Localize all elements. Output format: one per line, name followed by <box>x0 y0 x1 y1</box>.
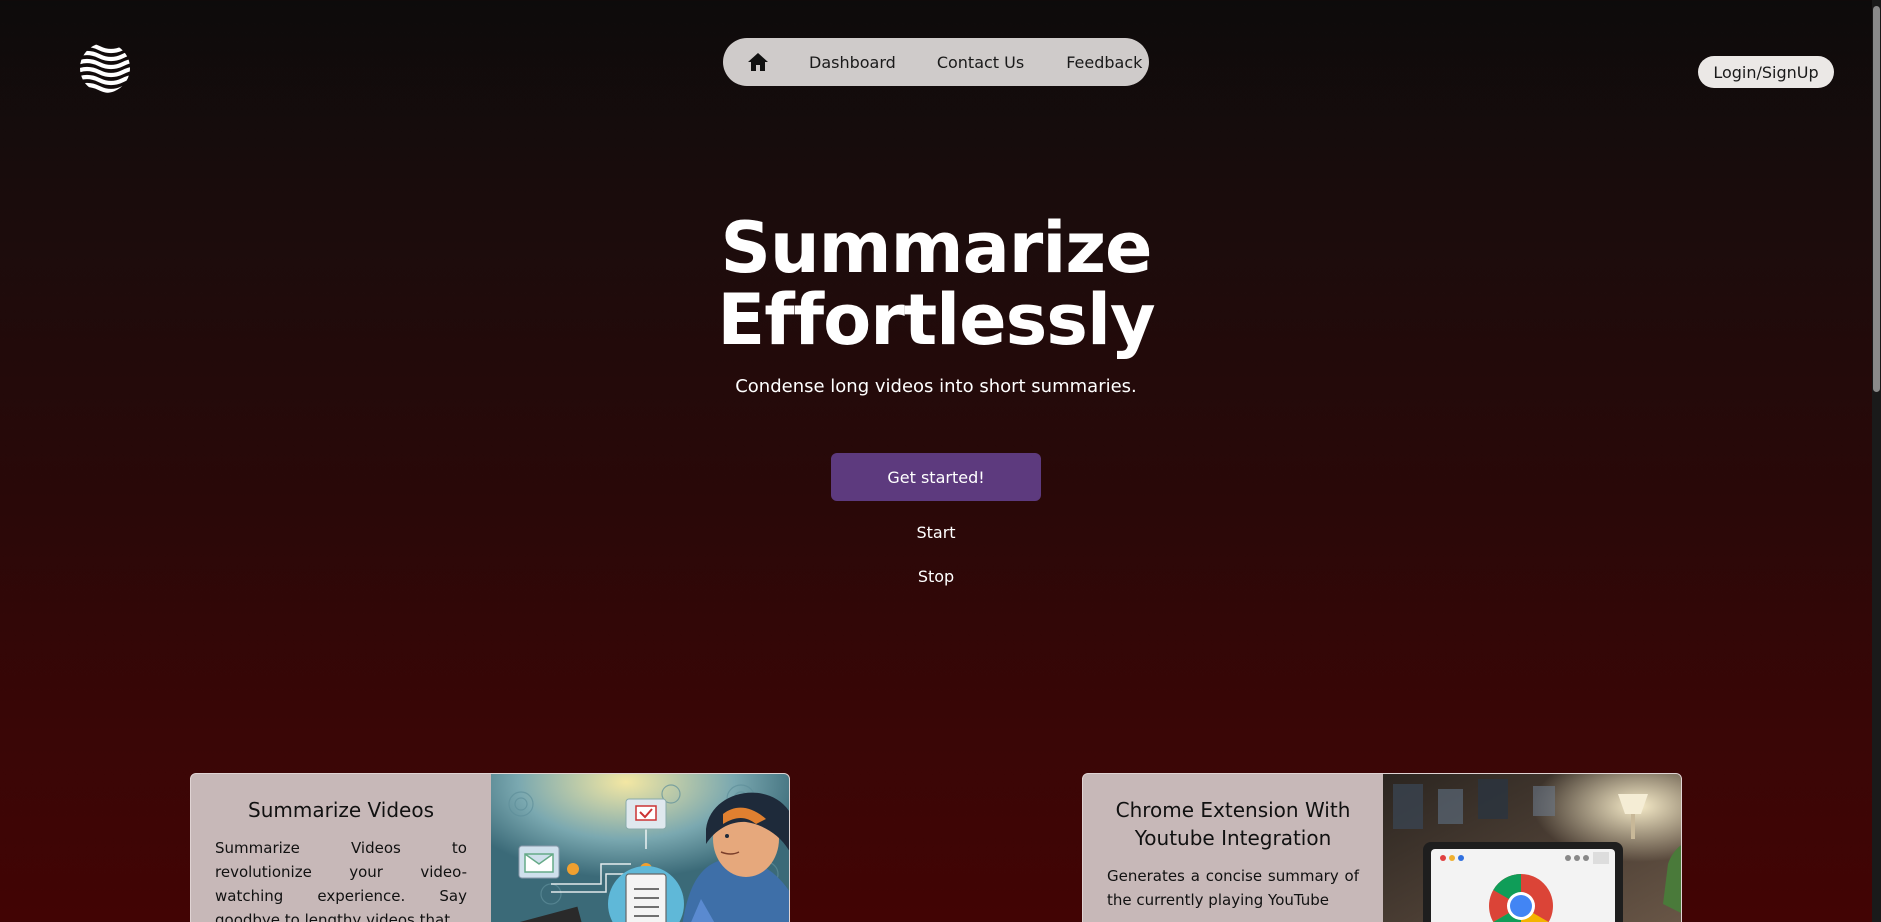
login-signup-button[interactable]: Login/SignUp <box>1698 56 1834 88</box>
site-logo[interactable] <box>79 42 131 94</box>
main-nav: Dashboard Contact Us Feedback <box>723 38 1149 86</box>
hero-title: Summarize Effortlessly <box>0 212 1872 356</box>
nav-dashboard-link[interactable]: Dashboard <box>809 53 896 72</box>
stop-control: Stop <box>0 567 1872 586</box>
home-icon <box>748 53 768 71</box>
get-started-button[interactable]: Get started! <box>831 453 1041 501</box>
page-scrollbar[interactable] <box>1872 0 1881 922</box>
start-control: Start <box>0 523 1872 542</box>
card-illustration-person-with-documents <box>491 774 789 922</box>
start-button[interactable]: Start <box>916 523 955 542</box>
card-title: Chrome Extension With Youtube Integratio… <box>1115 798 1351 850</box>
feature-card-chrome-extension: Chrome Extension With Youtube Integratio… <box>1082 773 1682 922</box>
nav-home-button[interactable] <box>747 51 769 73</box>
nav-contact-us-link[interactable]: Contact Us <box>937 53 1024 72</box>
hero-title-line1: Summarize <box>720 207 1152 289</box>
card-illustration-laptop-with-chrome-logo <box>1383 774 1681 922</box>
hero-subtitle: Condense long videos into short summarie… <box>735 376 1137 397</box>
scrollbar-thumb[interactable] <box>1873 6 1880 392</box>
card-description: Summarize Videos to revolutionize your v… <box>215 839 467 922</box>
card-text: Chrome Extension With Youtube Integratio… <box>1083 774 1383 922</box>
feature-card-summarize-videos: Summarize Videos Summarize Videos to rev… <box>190 773 790 922</box>
hero-title-line2: Effortlessly <box>717 279 1155 361</box>
card-title: Summarize Videos <box>248 798 434 822</box>
stop-button[interactable]: Stop <box>918 567 954 586</box>
nav-feedback-link[interactable]: Feedback <box>1066 53 1142 72</box>
wave-globe-logo-icon <box>80 43 130 93</box>
card-text: Summarize Videos Summarize Videos to rev… <box>191 774 491 922</box>
card-description: Generates a concise summary of the curre… <box>1107 867 1359 909</box>
